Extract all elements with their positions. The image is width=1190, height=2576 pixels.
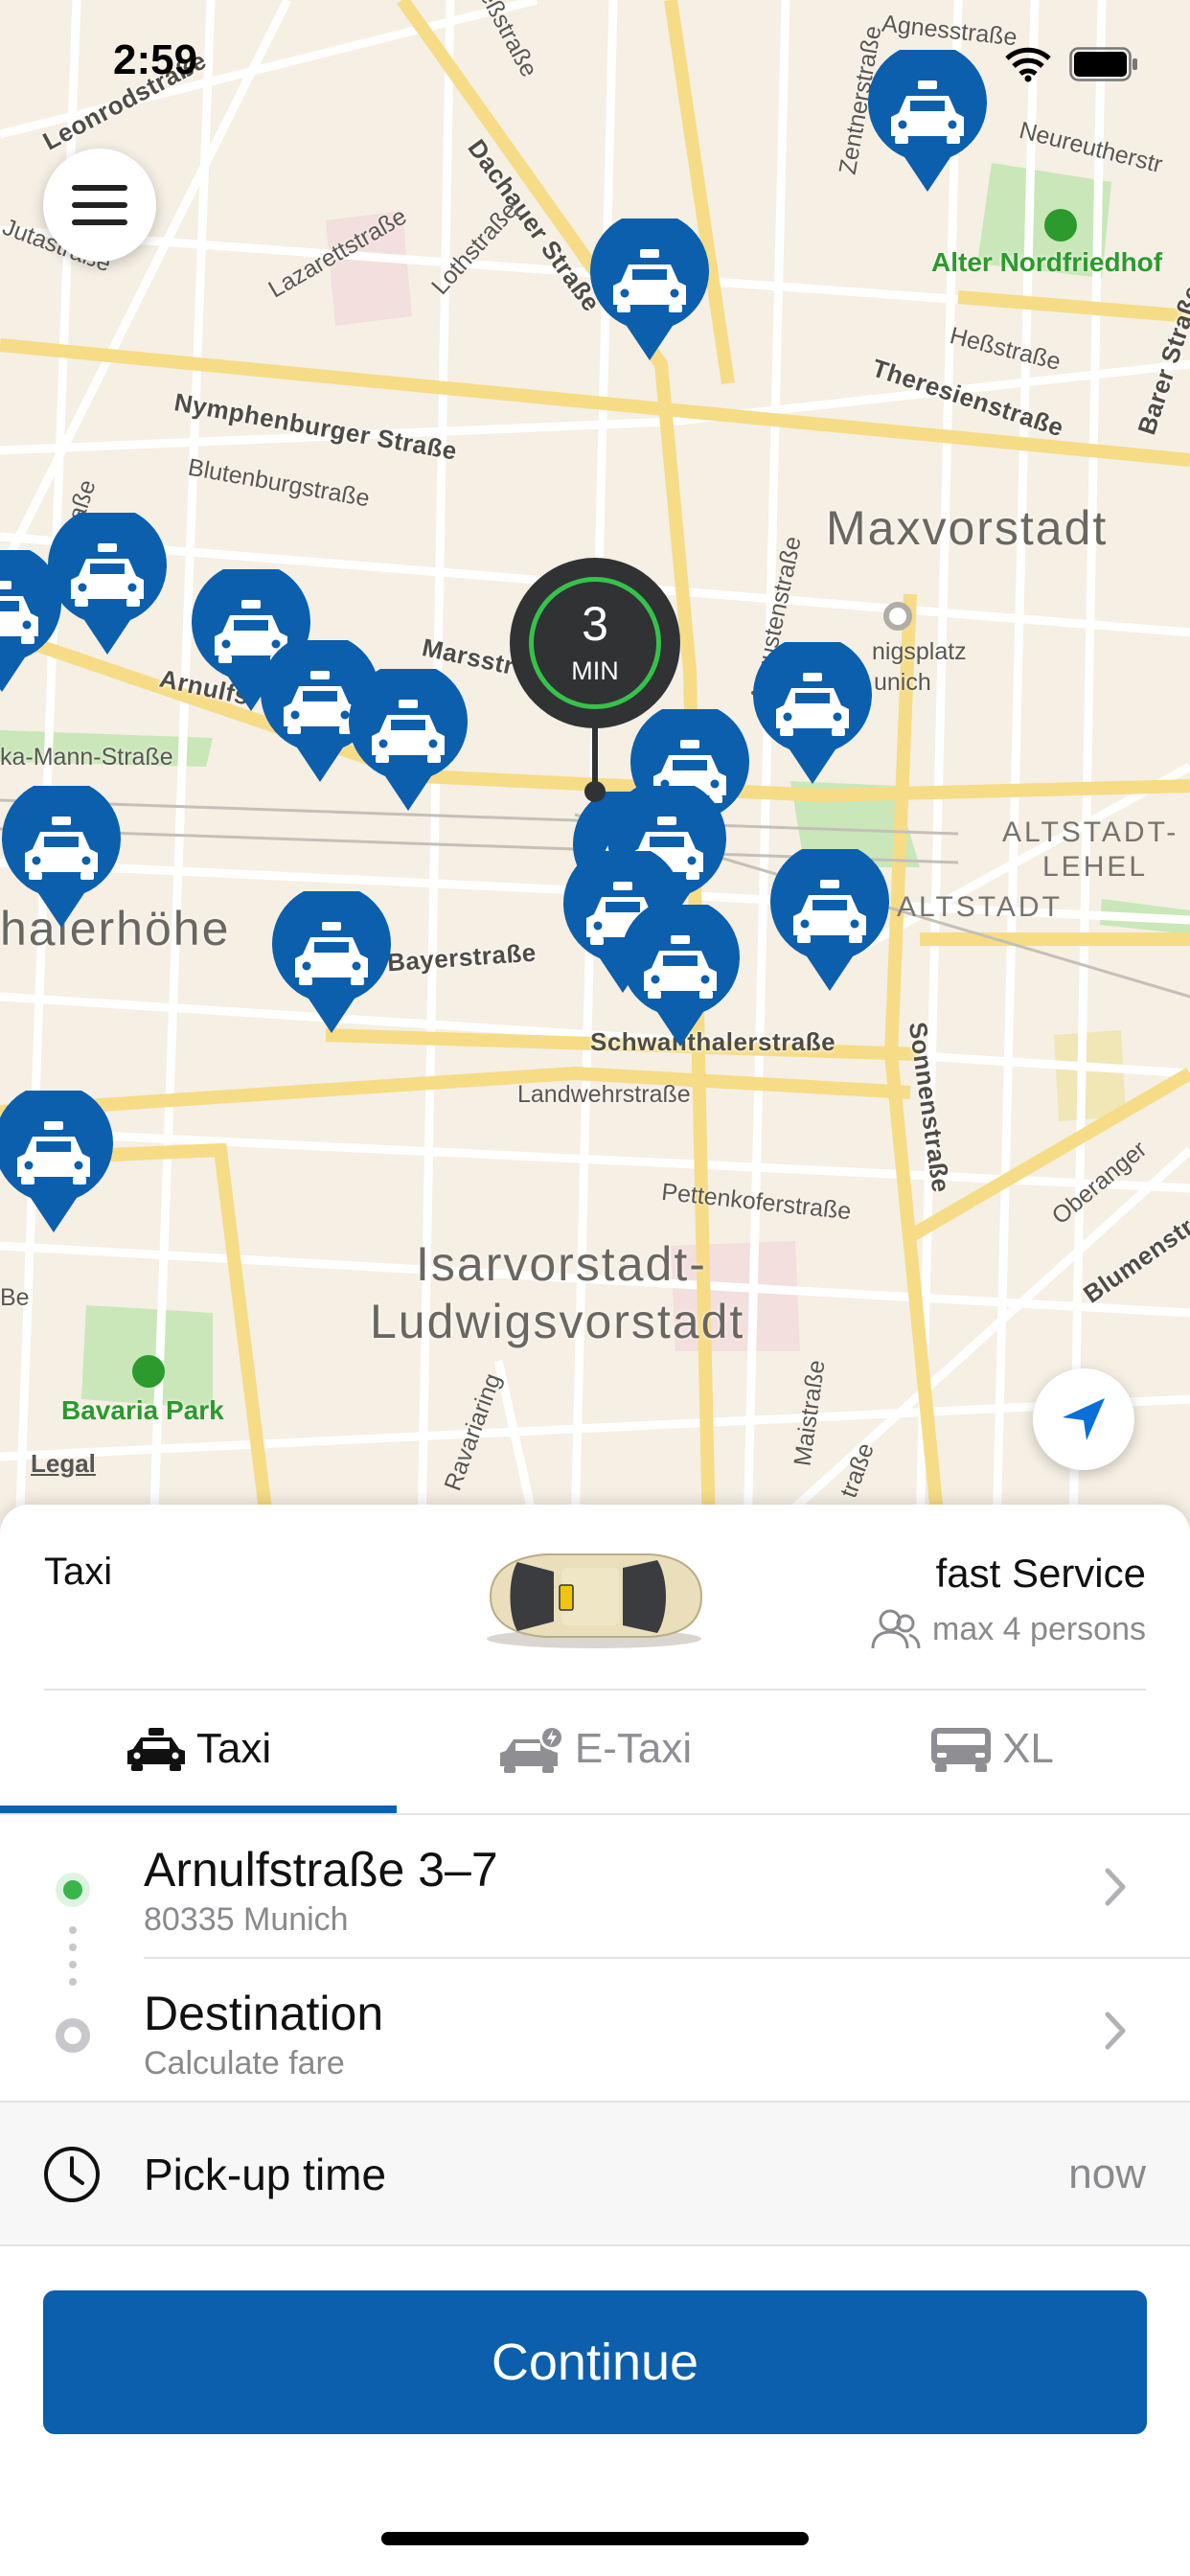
status-time: 2:59 [113, 36, 198, 83]
park-label: Bavaria Park [61, 1395, 224, 1425]
taxi-pin[interactable] [866, 50, 989, 194]
battery-icon [1069, 47, 1137, 81]
active-tab-indicator [0, 1806, 397, 1813]
taxi-pin-icon [48, 513, 167, 655]
pickup-eta-pin[interactable]: 3 MIN [510, 558, 680, 816]
park-icon [132, 1355, 165, 1388]
service-name: Taxi [44, 1551, 113, 1593]
district-label: ALTSTADT [897, 891, 1063, 923]
menu-button[interactable] [43, 149, 156, 262]
tab-label: Taxi [195, 1725, 272, 1772]
pickup-city: 80335 Munich [144, 1901, 349, 1938]
tab-label: XL [1002, 1725, 1054, 1772]
taxi-pin[interactable] [588, 218, 711, 362]
taxi-pin-icon [2, 786, 121, 928]
destination-title: Destination [144, 1987, 384, 2040]
service-capacity: max 4 persons [871, 1608, 1146, 1650]
eta-unit: MIN [571, 656, 619, 685]
pickup-address: Arnulfstraße 3–7 [144, 1843, 498, 1897]
vehicle-tabs: Taxi E-Taxi XL [0, 1689, 1190, 1809]
continue-button[interactable]: Continue [43, 2290, 1147, 2434]
taxi-pin-icon [770, 849, 889, 991]
taxi-pin[interactable] [347, 669, 469, 813]
destination-subtitle: Calculate fare [144, 2045, 345, 2082]
pickup-time-row[interactable]: Pick-up time now [0, 2103, 1190, 2244]
park-icon [1044, 209, 1077, 242]
taxi-pin[interactable] [751, 642, 874, 786]
menu-icon [72, 185, 127, 225]
tab-label: E-Taxi [574, 1725, 693, 1772]
taxi-pin[interactable] [619, 905, 742, 1048]
taxi-pin-icon [272, 891, 391, 1033]
eta-stem [592, 721, 598, 788]
taxi-pin[interactable] [0, 786, 123, 930]
taxi-pin[interactable] [0, 550, 63, 694]
taxi-pin[interactable] [270, 891, 393, 1035]
street-label: Be [0, 1284, 30, 1311]
divider [0, 2244, 1190, 2246]
pickup-address-row[interactable]: Arnulfstraße 3–7 80335 Munich [0, 1815, 1190, 1957]
clock-icon [44, 2147, 100, 2202]
landmark-icon [883, 602, 912, 631]
district-label: Maxvorstadt [826, 501, 1109, 555]
taxi-pin-icon [0, 1091, 113, 1232]
pickup-time-value: now [1068, 2150, 1146, 2197]
taxi-pin-icon [590, 218, 709, 360]
destination-row[interactable]: Destination Calculate fare [0, 1959, 1190, 2101]
destination-dot-icon [56, 2018, 90, 2053]
street-label: nigsplatz [872, 638, 967, 665]
taxi-pin[interactable] [46, 513, 169, 656]
status-icons [1004, 46, 1138, 82]
taxi-pin-icon [0, 550, 61, 692]
tab-e-taxi[interactable]: E-Taxi [397, 1689, 793, 1809]
van-icon [931, 1728, 992, 1772]
tab-xl[interactable]: XL [793, 1689, 1190, 1809]
taxi-icon [126, 1728, 185, 1771]
eta-value: 3 [582, 597, 608, 651]
service-title: fast Service [935, 1551, 1146, 1596]
district-label: LEHEL [1042, 851, 1149, 883]
pickup-time-label: Pick-up time [144, 2150, 387, 2199]
e-taxi-icon [499, 1725, 564, 1773]
tab-taxi[interactable]: Taxi [0, 1689, 397, 1809]
taxi-pin-icon [349, 669, 468, 811]
taxi-pin-icon [621, 905, 740, 1046]
park-label: Alter Nordfriedhof [931, 247, 1163, 277]
taxi-pin[interactable] [768, 849, 891, 993]
wifi-icon [1005, 47, 1051, 82]
street-label: unich [874, 669, 931, 696]
chevron-right-icon [1105, 2012, 1126, 2050]
booking-sheet: Taxi fast Service max 4 persons Taxi E-T… [0, 1505, 1190, 2576]
locate-me-button[interactable] [1033, 1368, 1134, 1470]
home-indicator [381, 2532, 809, 2545]
street-label: ka-Mann-Straße [0, 744, 173, 770]
chevron-right-icon [1105, 1868, 1126, 1906]
taxi-car-image [487, 1553, 703, 1648]
persons-icon [871, 1609, 921, 1649]
street-label: Landwehrstraße [517, 1081, 691, 1108]
district-label: ALTSTADT- [1002, 816, 1179, 848]
eta-location-dot [584, 781, 606, 802]
map-view[interactable]: Maxvorstadt Isarvorstadt- Ludwigsvorstad… [0, 0, 1190, 1533]
taxi-pin-icon [868, 50, 987, 192]
district-label: Isarvorstadt- [416, 1237, 707, 1291]
district-label: Ludwigsvorstadt [370, 1295, 745, 1348]
location-arrow-icon [1063, 1398, 1105, 1440]
capacity-text: max 4 persons [932, 1610, 1146, 1647]
pickup-dot-icon [56, 1873, 90, 1907]
legal-link[interactable]: Legal [31, 1449, 96, 1479]
taxi-pin[interactable] [0, 1091, 115, 1234]
taxi-pin-icon [753, 642, 872, 784]
